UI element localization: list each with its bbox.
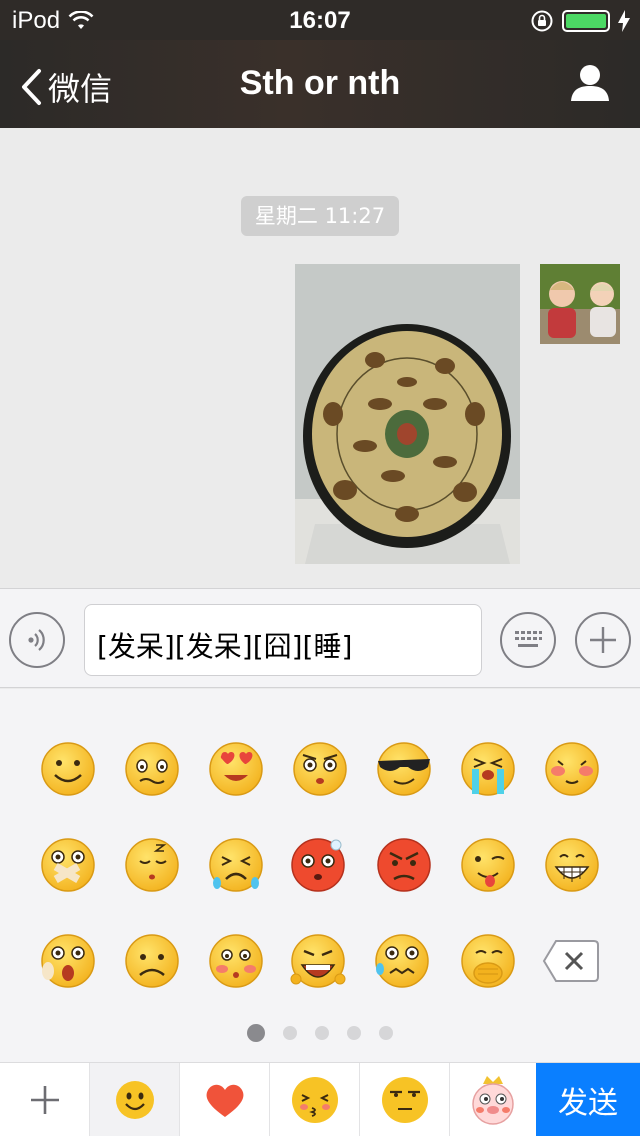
battery-level (566, 14, 606, 28)
pig-face-icon (472, 1076, 514, 1125)
cry-emoji[interactable] (209, 838, 263, 892)
smirk-sticker-tab[interactable] (360, 1063, 450, 1136)
more-button[interactable] (575, 612, 631, 668)
input-bar: [发呆][发呆][囧][睡] (0, 588, 640, 688)
page-indicator (0, 1024, 640, 1042)
image-message[interactable] (295, 264, 520, 564)
chat-title: Sth or nth (239, 64, 401, 102)
avatar-photo (540, 264, 620, 344)
keyboard-toggle-button[interactable] (500, 612, 556, 668)
favorites-tab[interactable] (180, 1063, 270, 1136)
status-bar: iPod 16:07 (0, 0, 640, 40)
heart-icon (206, 1084, 243, 1117)
chat-area[interactable]: 星期二 11:27 (0, 128, 640, 588)
cool-emoji[interactable] (377, 742, 431, 796)
plus-icon (30, 1086, 59, 1114)
smiley-icon (115, 1081, 154, 1119)
kiss-face-icon (291, 1077, 338, 1123)
voice-icon (28, 629, 45, 651)
page-dot[interactable] (347, 1026, 361, 1040)
message-input[interactable]: [发呆][发呆][囧][睡] (84, 604, 482, 676)
page-dot[interactable] (315, 1026, 329, 1040)
profile-button[interactable] (570, 64, 610, 107)
smile-emoji[interactable] (41, 742, 95, 796)
page-dot[interactable] (247, 1024, 265, 1042)
smirk-face-icon (381, 1077, 428, 1123)
tongue-emoji[interactable] (461, 838, 515, 892)
navigation-bar: 微信 Sth or nth (0, 40, 640, 128)
sob-emoji[interactable] (461, 742, 515, 796)
charging-icon (618, 10, 630, 32)
avatar[interactable] (540, 264, 620, 344)
awkward-emoji[interactable] (291, 838, 345, 892)
pig-sticker-tab[interactable] (450, 1063, 536, 1136)
delete-icon[interactable] (542, 940, 599, 982)
surprised-emoji[interactable] (41, 934, 95, 988)
emoji-tab-bar: 发送 (0, 1062, 640, 1136)
snicker-emoji[interactable] (461, 934, 515, 988)
keyboard-icon (515, 631, 542, 647)
grin-emoji[interactable] (545, 838, 599, 892)
shy-emoji[interactable] (545, 742, 599, 796)
add-sticker-tab[interactable] (0, 1063, 90, 1136)
send-button[interactable]: 发送 (536, 1063, 640, 1136)
emoji-grid (41, 742, 599, 988)
sad-emoji[interactable] (125, 934, 179, 988)
timestamp-badge: 星期二 11:27 (241, 196, 399, 236)
sweat-emoji[interactable] (375, 934, 429, 988)
person-icon (571, 65, 609, 101)
plate-photo (295, 264, 520, 564)
scream-emoji[interactable] (290, 934, 346, 988)
plus-icon (590, 627, 616, 653)
sleepy-emoji[interactable] (125, 838, 179, 892)
orientation-lock-icon (531, 10, 553, 32)
page-dot[interactable] (283, 1026, 297, 1040)
embarrassed-emoji[interactable] (125, 742, 179, 796)
shut-mouth-emoji[interactable] (41, 838, 95, 892)
emoji-tab[interactable] (90, 1063, 180, 1136)
angry-emoji[interactable] (377, 838, 431, 892)
voice-button[interactable] (9, 612, 65, 668)
daze-emoji[interactable] (293, 742, 347, 796)
blush-emoji[interactable] (209, 934, 263, 988)
heart-eyes-emoji[interactable] (209, 742, 263, 796)
battery-icon (562, 10, 610, 32)
emoji-panel (0, 689, 640, 1062)
page-dot[interactable] (379, 1026, 393, 1040)
kiss-sticker-tab[interactable] (270, 1063, 360, 1136)
